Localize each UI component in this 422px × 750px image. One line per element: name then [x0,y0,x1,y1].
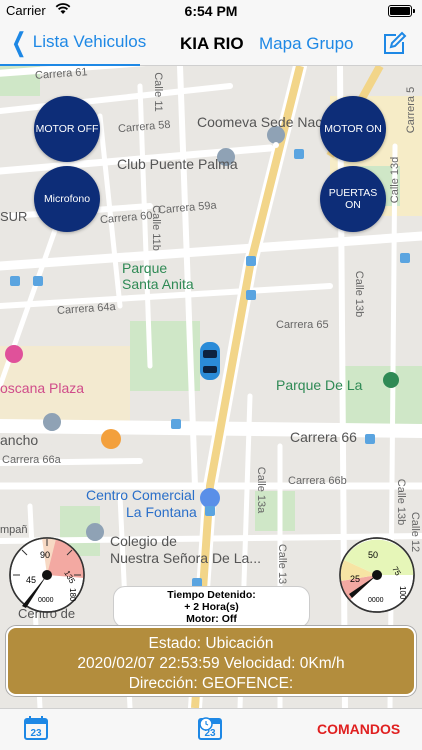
comandos-tab[interactable]: COMANDOS [317,721,400,737]
stopped-time-box: Tiempo Detenido: + 2 Hora(s) Motor: Off [113,586,310,628]
chevron-left-icon: ❮ [11,27,27,57]
poi-parque-santa-anita[interactable]: Parque [122,260,167,276]
svg-text:23: 23 [30,728,42,739]
puertas-on-button[interactable]: PUERTAS ON [320,166,386,232]
speed-gauge: 25 50 75 100 0000 [339,537,415,613]
rpm-gauge: 45 90 135 180 0000 [9,537,85,613]
street-label: Calle 13b [353,270,366,318]
gauge-tick: 100 [398,586,407,600]
app-root: Carrier 6:54 PM ❮ Lista Vehiculos KIA RI… [0,0,422,750]
motor-off-button[interactable]: MOTOR OFF [34,96,100,162]
motor-status: Motor: Off [186,613,237,625]
street-label: Carrera 66a [2,454,61,466]
street-label: Carrera 66 [290,429,357,445]
poi-club[interactable]: Club Puente Palma [117,156,238,172]
street-label: Calle 11 [151,72,164,112]
status-panel: Estado: Ubicación 2020/02/07 22:53:59 Ve… [6,626,416,696]
compose-icon[interactable] [381,31,407,57]
gauge-odometer: 0000 [38,597,54,604]
street-label: Calle 13b [395,478,408,526]
stopped-time-label: Tiempo Detenido: [167,589,256,601]
poi-sur: SUR [0,209,28,224]
gauge-tick: 45 [26,575,36,585]
tab-bar: 23 23 COMANDOS [0,708,422,750]
poi-toscana-plaza[interactable]: oscana Plaza [0,380,84,396]
group-map-link[interactable]: Mapa Grupo [259,34,354,54]
battery-icon [388,5,415,17]
status-bar: Carrier 6:54 PM [0,0,422,22]
poi-coomeva[interactable]: Coomeva Sede Nac [197,114,322,130]
poi-la-fontana[interactable]: La Fontana [126,504,197,520]
gauge-tick: 25 [350,574,360,584]
poi-campana: mpañ [0,524,28,536]
street-label: Calle 11b [149,205,162,251]
vehicle-marker [200,342,220,380]
clock: 6:54 PM [184,3,238,19]
poi-parque-de-la[interactable]: Parque De La [276,377,362,393]
microfono-button[interactable]: Microfono [34,166,100,232]
back-label: Lista Vehiculos [32,32,147,51]
page-title: KIA RIO [180,34,244,53]
calendar-icon: 23 [24,716,48,740]
street-label: Calle 13a [255,466,268,514]
gauge-tick: 90 [40,550,50,560]
stopped-time-value: + 2 Hora(s) [184,601,239,613]
status-datetime-speed: 2020/02/07 22:53:59 Velocidad: 0Km/h [77,655,345,672]
street-label: Carrera 65 [276,319,329,331]
motor-on-button[interactable]: MOTOR ON [320,96,386,162]
poi-parque-santa-anita-2[interactable]: Santa Anita [122,276,194,292]
status-address: Dirección: GEOFENCE: [128,675,294,692]
poi-rancho[interactable]: ancho [0,432,38,448]
gauge-tick: 50 [368,550,378,560]
street-label: Carrera 5 [405,86,418,134]
street-label: Carrera 66b [288,475,347,487]
nav-bar: ❮ Lista Vehiculos KIA RIO Mapa Grupo [0,22,422,66]
street-label: Calle 13 [276,543,289,585]
poi-colegio-2[interactable]: Nuestra Señora De La... [110,550,261,566]
calendar-tab[interactable]: 23 [24,716,48,740]
street-label: Calle 13d [389,156,402,204]
poi-centro-comercial[interactable]: Centro Comercial [86,487,195,503]
status-state: Estado: Ubicación [148,635,274,652]
gauge-odometer: 0000 [368,597,384,604]
calendar-clock-icon: 23 [198,717,222,740]
back-button[interactable]: ❮ Lista Vehiculos [8,27,147,57]
gauge-tick: 180 [68,588,77,602]
poi-colegio[interactable]: Colegio de [110,533,177,549]
calendar-history-tab[interactable]: 23 [198,716,222,740]
